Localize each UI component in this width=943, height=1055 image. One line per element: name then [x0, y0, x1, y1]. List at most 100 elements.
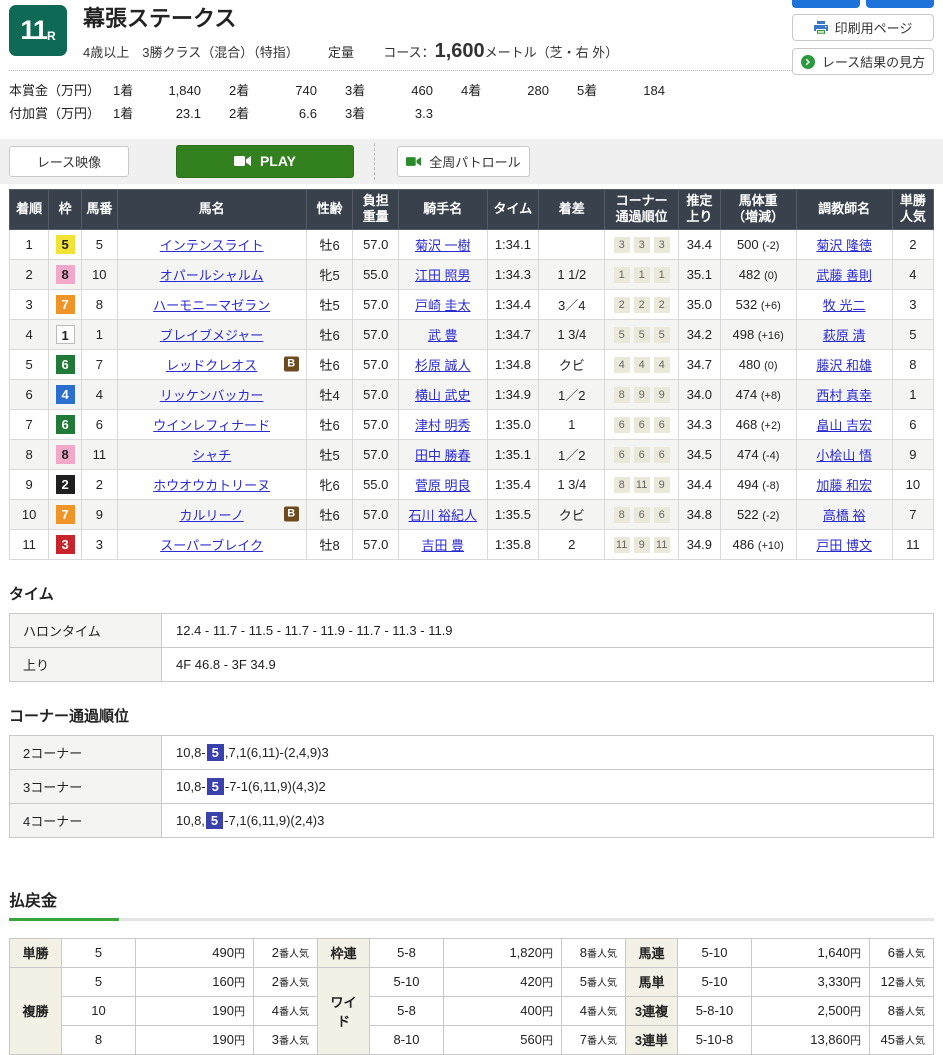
prize-place: 4着	[461, 80, 497, 103]
fukusho-selection: 8	[62, 1025, 136, 1054]
win-popularity: 4	[892, 259, 933, 289]
finish-time: 1:34.7	[487, 319, 539, 349]
blinker-icon: B	[284, 507, 299, 522]
corner-4-label: 4コーナー	[10, 803, 162, 837]
corner-order-text: ,7,1(6,11)-(2,4,9)3	[225, 745, 329, 760]
trainer-link[interactable]: 武藤 善則	[816, 268, 872, 283]
corner-positions: 899	[605, 379, 679, 409]
jockey-cell: 武 豊	[398, 319, 487, 349]
horse-number: 3	[82, 529, 117, 559]
results-guide-button[interactable]: レース結果の見方	[792, 48, 934, 75]
wide-popularity: 4番人気	[562, 996, 626, 1025]
prize-value: 23.1	[149, 103, 201, 126]
jockey-link[interactable]: 吉田 豊	[421, 538, 464, 553]
win-popularity: 5	[892, 319, 933, 349]
jockey-link[interactable]: 杉原 誠人	[415, 358, 471, 373]
margin: 1 3/4	[539, 469, 605, 499]
corner-position-badge: 5	[634, 327, 650, 343]
patrol-video-button[interactable]: 全周パトロール	[397, 146, 530, 177]
horse-number: 9	[82, 499, 117, 529]
corner-position-badge: 4	[614, 357, 630, 373]
wide-amount: 420円	[444, 967, 562, 996]
jockey-link[interactable]: 菅原 明良	[415, 478, 471, 493]
race-video-button[interactable]: レース映像	[9, 146, 129, 177]
wide-popularity: 5番人気	[562, 967, 626, 996]
video-bar: レース映像 PLAY 全周パトロール	[0, 139, 943, 184]
horse-name-link[interactable]: ブレイブメジャー	[160, 328, 263, 343]
results-column-header: 馬名	[117, 189, 306, 229]
prize-value: 6.6	[265, 103, 317, 126]
horse-name-link[interactable]: オパールシャルム	[160, 268, 264, 283]
print-page-button[interactable]: 印刷用ページ	[792, 14, 934, 41]
sanrentan-popularity: 45番人気	[870, 1025, 934, 1054]
jockey-link[interactable]: 武 豊	[428, 328, 458, 343]
horse-weight-change: (+10)	[758, 540, 784, 552]
trainer-link[interactable]: 西村 真幸	[816, 388, 872, 403]
jockey-link[interactable]: 横山 武史	[415, 388, 471, 403]
corner-3-value: 10,8-5-7-1(6,11,9)(4,3)2	[162, 769, 934, 803]
finish-position: 1	[10, 229, 49, 259]
prize-value: 3.3	[381, 103, 433, 126]
horse-name-link[interactable]: カルリーノ	[180, 508, 244, 523]
horse-number: 1	[82, 319, 117, 349]
trainer-link[interactable]: 小桧山 悟	[816, 448, 872, 463]
trainer-link[interactable]: 加藤 和宏	[816, 478, 872, 493]
sex-age: 牝5	[306, 259, 353, 289]
carried-weight: 57.0	[353, 409, 399, 439]
corner-position-badge: 8	[614, 387, 630, 403]
last-time-value: 4F 46.8 - 3F 34.9	[162, 647, 934, 681]
payout-table: 単勝 5 490円 2番人気 枠連 5-8 1,820円 8番人気 馬連 5-1…	[9, 938, 934, 1055]
corner-order-table: 2コーナー 10,8-5,7,1(6,11)-(2,4,9)3 3コーナー 10…	[9, 735, 934, 838]
payout-heading: 払戻金	[9, 887, 934, 911]
last-time-label: 上り	[10, 647, 162, 681]
jockey-link[interactable]: 江田 照男	[415, 268, 471, 283]
horse-number: 2	[82, 469, 117, 499]
horse-name-cell: ウインレフィナード	[117, 409, 306, 439]
tansho-popularity: 2番人気	[254, 938, 318, 967]
corner-positions: 111	[605, 259, 679, 289]
finish-position: 8	[10, 439, 49, 469]
corner-3-row: 3コーナー 10,8-5-7-1(6,11,9)(4,3)2	[10, 769, 934, 803]
horse-name-link[interactable]: インテンスライト	[160, 238, 264, 253]
trainer-link[interactable]: 牧 光二	[823, 298, 866, 313]
horse-weight-cell: 498 (+16)	[720, 319, 796, 349]
trainer-cell: 高橋 裕	[796, 499, 892, 529]
trainer-link[interactable]: 萩原 清	[823, 328, 866, 343]
horse-name-link[interactable]: レッドクレオス	[166, 358, 257, 373]
horse-name-link[interactable]: ホウオウカトリーヌ	[153, 478, 270, 493]
horse-name-link[interactable]: リッケンバッカー	[160, 388, 264, 403]
jockey-link[interactable]: 津村 明秀	[415, 418, 471, 433]
horse-name-link[interactable]: スーパーブレイク	[160, 538, 263, 553]
top-cutoff-button-left[interactable]	[792, 0, 860, 8]
jockey-link[interactable]: 戸崎 圭太	[415, 298, 471, 313]
finish-position: 10	[10, 499, 49, 529]
trainer-link[interactable]: 藤沢 和雄	[816, 358, 872, 373]
trainer-link[interactable]: 畠山 吉宏	[816, 418, 872, 433]
race-conditions-text: 4歳以上 3勝クラス（混合）（特指）	[83, 45, 299, 60]
play-button[interactable]: PLAY	[176, 145, 354, 178]
jockey-link[interactable]: 菊沢 一樹	[415, 238, 471, 253]
sex-age: 牡6	[306, 409, 353, 439]
trainer-link[interactable]: 菊沢 隆徳	[816, 238, 872, 253]
trainer-cell: 畠山 吉宏	[796, 409, 892, 439]
corner-position-badge: 5	[614, 327, 630, 343]
horse-name-link[interactable]: ウインレフィナード	[153, 418, 270, 433]
finish-time: 1:34.9	[487, 379, 539, 409]
trainer-link[interactable]: 戸田 博文	[816, 538, 872, 553]
trainer-link[interactable]: 高橋 裕	[823, 508, 866, 523]
payout-row: 8 190円 3番人気 8-10 560円 7番人気 3連単 5-10-8 13…	[10, 1025, 934, 1054]
sex-age: 牡5	[306, 439, 353, 469]
corner-position-badge: 9	[654, 477, 670, 493]
trainer-cell: 戸田 博文	[796, 529, 892, 559]
carried-weight: 55.0	[353, 469, 399, 499]
corner-position-badge: 11	[654, 537, 670, 553]
finish-time: 1:34.8	[487, 349, 539, 379]
top-cutoff-button-right[interactable]	[866, 0, 934, 8]
sanrentan-label: 3連単	[626, 1025, 678, 1054]
jockey-link[interactable]: 田中 勝春	[415, 448, 471, 463]
results-column-header: 馬番	[82, 189, 117, 229]
horse-name-link[interactable]: シャチ	[192, 448, 231, 463]
jockey-link[interactable]: 石川 裕紀人	[408, 508, 477, 523]
horse-name-link[interactable]: ハーモニーマゼラン	[153, 298, 270, 313]
umatan-amount: 3,330円	[752, 967, 870, 996]
